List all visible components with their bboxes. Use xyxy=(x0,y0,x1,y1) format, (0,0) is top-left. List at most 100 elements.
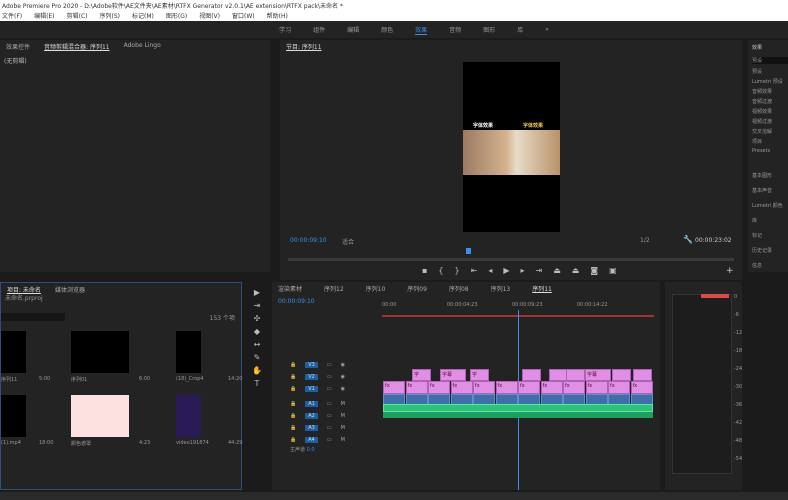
menu-item[interactable]: 剪辑(C) xyxy=(67,11,88,21)
lock-icon[interactable]: 🔒 xyxy=(290,401,296,407)
project-search[interactable] xyxy=(1,313,65,321)
step-back-icon[interactable]: ◂ xyxy=(488,266,492,275)
slip-tool-icon[interactable]: ↔ xyxy=(248,340,266,353)
extract-icon[interactable]: ⏏ xyxy=(572,266,580,275)
title-clip[interactable] xyxy=(633,369,652,381)
pen-tool-icon[interactable]: ✎ xyxy=(248,353,266,366)
mute-icon[interactable]: M xyxy=(341,401,345,407)
workspace-tab[interactable]: 颜色 xyxy=(381,25,393,34)
video-clip[interactable]: fx xyxy=(563,381,585,394)
workspace-tab[interactable]: 学习 xyxy=(279,25,291,34)
source-tab[interactable]: Adobe Lingo xyxy=(124,42,161,49)
media-thumbnail[interactable] xyxy=(71,331,129,373)
menu-item[interactable]: 视图(V) xyxy=(199,11,220,21)
eye-icon[interactable]: ◉ xyxy=(341,362,345,368)
media-name[interactable]: video191874 xyxy=(176,440,209,446)
toggle-icon[interactable]: ▭ xyxy=(327,374,332,380)
track-target[interactable]: V2 xyxy=(305,374,318,380)
panel-tab[interactable]: 库 xyxy=(752,217,757,224)
hand-tool-icon[interactable]: ✋ xyxy=(248,366,266,379)
title-clip[interactable] xyxy=(522,369,541,381)
play-icon[interactable]: ▶ xyxy=(503,266,509,275)
menu-item[interactable]: 图形(G) xyxy=(166,11,187,21)
workspace-tab[interactable]: 效果 xyxy=(415,25,428,35)
media-name[interactable]: 序列01 xyxy=(71,376,87,383)
compare-icon[interactable]: ▣ xyxy=(609,266,617,275)
goto-out-icon[interactable]: ⇥ xyxy=(536,266,543,275)
timeline-timecode[interactable]: 00:00:09:10 xyxy=(278,298,315,305)
workspace-tab[interactable]: 编辑 xyxy=(347,25,359,34)
media-thumbnail[interactable] xyxy=(176,331,201,373)
camera-icon[interactable]: ◙ xyxy=(590,266,598,275)
timeline-tab[interactable]: 序列10 xyxy=(366,284,386,293)
media-name[interactable]: (18)_Crop4 xyxy=(176,376,204,382)
effects-tree-item[interactable]: Presets xyxy=(752,148,770,154)
toggle-icon[interactable]: ▭ xyxy=(327,425,332,431)
workspace-tab[interactable]: 图形 xyxy=(483,25,495,34)
master-volume[interactable]: 0.0 xyxy=(307,447,315,453)
mute-icon[interactable]: M xyxy=(341,413,345,419)
workspace-tab[interactable]: 库 xyxy=(517,25,523,34)
media-thumbnail[interactable] xyxy=(176,395,201,437)
mute-icon[interactable]: M xyxy=(341,425,345,431)
program-title[interactable]: 节目: 序列11 xyxy=(286,42,322,51)
lock-icon[interactable]: 🔒 xyxy=(290,413,296,419)
mute-icon[interactable]: M xyxy=(341,437,345,443)
track-select-tool-icon[interactable]: ⇥ xyxy=(248,301,266,314)
title-clip[interactable] xyxy=(566,369,585,381)
lock-icon[interactable]: 🔒 xyxy=(290,374,296,380)
scrub-bar[interactable] xyxy=(288,258,734,261)
title-clip[interactable]: 字 xyxy=(470,369,489,381)
media-thumbnail[interactable] xyxy=(71,395,129,437)
wrench-icon[interactable]: 🔧 xyxy=(683,235,693,244)
media-name[interactable]: (1).mp4 xyxy=(1,440,21,446)
lock-icon[interactable]: 🔒 xyxy=(290,386,296,392)
effects-tree-item[interactable]: 音频效果 xyxy=(752,88,772,95)
workspace-tab[interactable]: » xyxy=(545,26,549,33)
menu-item[interactable]: 窗口(W) xyxy=(232,11,255,21)
effects-tree-item[interactable]: 交叉溶解 xyxy=(752,128,772,135)
source-tab[interactable]: 效果控件 xyxy=(6,42,30,51)
video-clip[interactable]: fx xyxy=(383,381,405,394)
panel-tab[interactable]: 基本声音 xyxy=(752,187,772,194)
video-clip[interactable]: fx xyxy=(405,381,428,394)
add-button-icon[interactable]: + xyxy=(726,266,734,276)
timeline-tab[interactable]: 序列13 xyxy=(491,284,511,293)
title-clip[interactable]: 字 xyxy=(412,369,431,381)
project-tab[interactable]: 媒体浏览器 xyxy=(55,285,85,294)
video-clip[interactable]: fx xyxy=(630,381,653,394)
marker-icon[interactable]: ▪ xyxy=(422,266,427,275)
effects-tree-item[interactable]: 预设 xyxy=(752,68,762,75)
menu-item[interactable]: 标记(M) xyxy=(132,11,154,21)
source-tab[interactable]: 音频剪辑混合器: 序列11 xyxy=(44,42,110,51)
effects-tree-item[interactable]: 音频过渡 xyxy=(752,98,772,105)
menu-item[interactable]: 编辑(E) xyxy=(34,11,54,21)
video-clip[interactable]: fx xyxy=(518,381,540,394)
track-target[interactable]: V1 xyxy=(305,386,318,392)
quality-dropdown[interactable]: 1/2 xyxy=(640,237,650,244)
track-target[interactable]: A3 xyxy=(305,425,318,431)
track-target[interactable]: V3 xyxy=(305,362,318,368)
type-tool-icon[interactable]: T xyxy=(248,379,266,392)
audio-clip[interactable] xyxy=(383,412,653,418)
workspace-tab[interactable]: 音频 xyxy=(449,25,461,34)
toggle-icon[interactable]: ▭ xyxy=(327,386,332,392)
panel-tab[interactable]: Lumetri 颜色 xyxy=(752,202,783,209)
video-clip[interactable]: fx xyxy=(495,381,518,394)
video-clip[interactable]: fx xyxy=(540,381,563,394)
video-clip[interactable]: fx xyxy=(585,381,608,394)
effects-tree-item[interactable]: 视频效果 xyxy=(752,108,772,115)
panel-tab[interactable]: 信息 xyxy=(752,262,762,269)
toggle-icon[interactable]: ▭ xyxy=(327,437,332,443)
goto-in-icon[interactable]: ⇤ xyxy=(471,266,478,275)
razor-tool-icon[interactable]: ◆ xyxy=(248,327,266,340)
effects-tree-item[interactable]: Lumetri 预设 xyxy=(752,78,783,85)
effects-title[interactable]: 效果 xyxy=(752,44,762,51)
video-clip[interactable]: fx xyxy=(608,381,630,394)
eye-icon[interactable]: ◉ xyxy=(341,386,345,392)
lock-icon[interactable]: 🔒 xyxy=(290,437,296,443)
media-name[interactable]: 颜色遮罩 xyxy=(71,440,91,447)
toggle-icon[interactable]: ▭ xyxy=(327,401,332,407)
project-tab[interactable]: 项目: 未命名 xyxy=(7,285,41,294)
workspace-tab[interactable]: 组件 xyxy=(313,25,325,34)
